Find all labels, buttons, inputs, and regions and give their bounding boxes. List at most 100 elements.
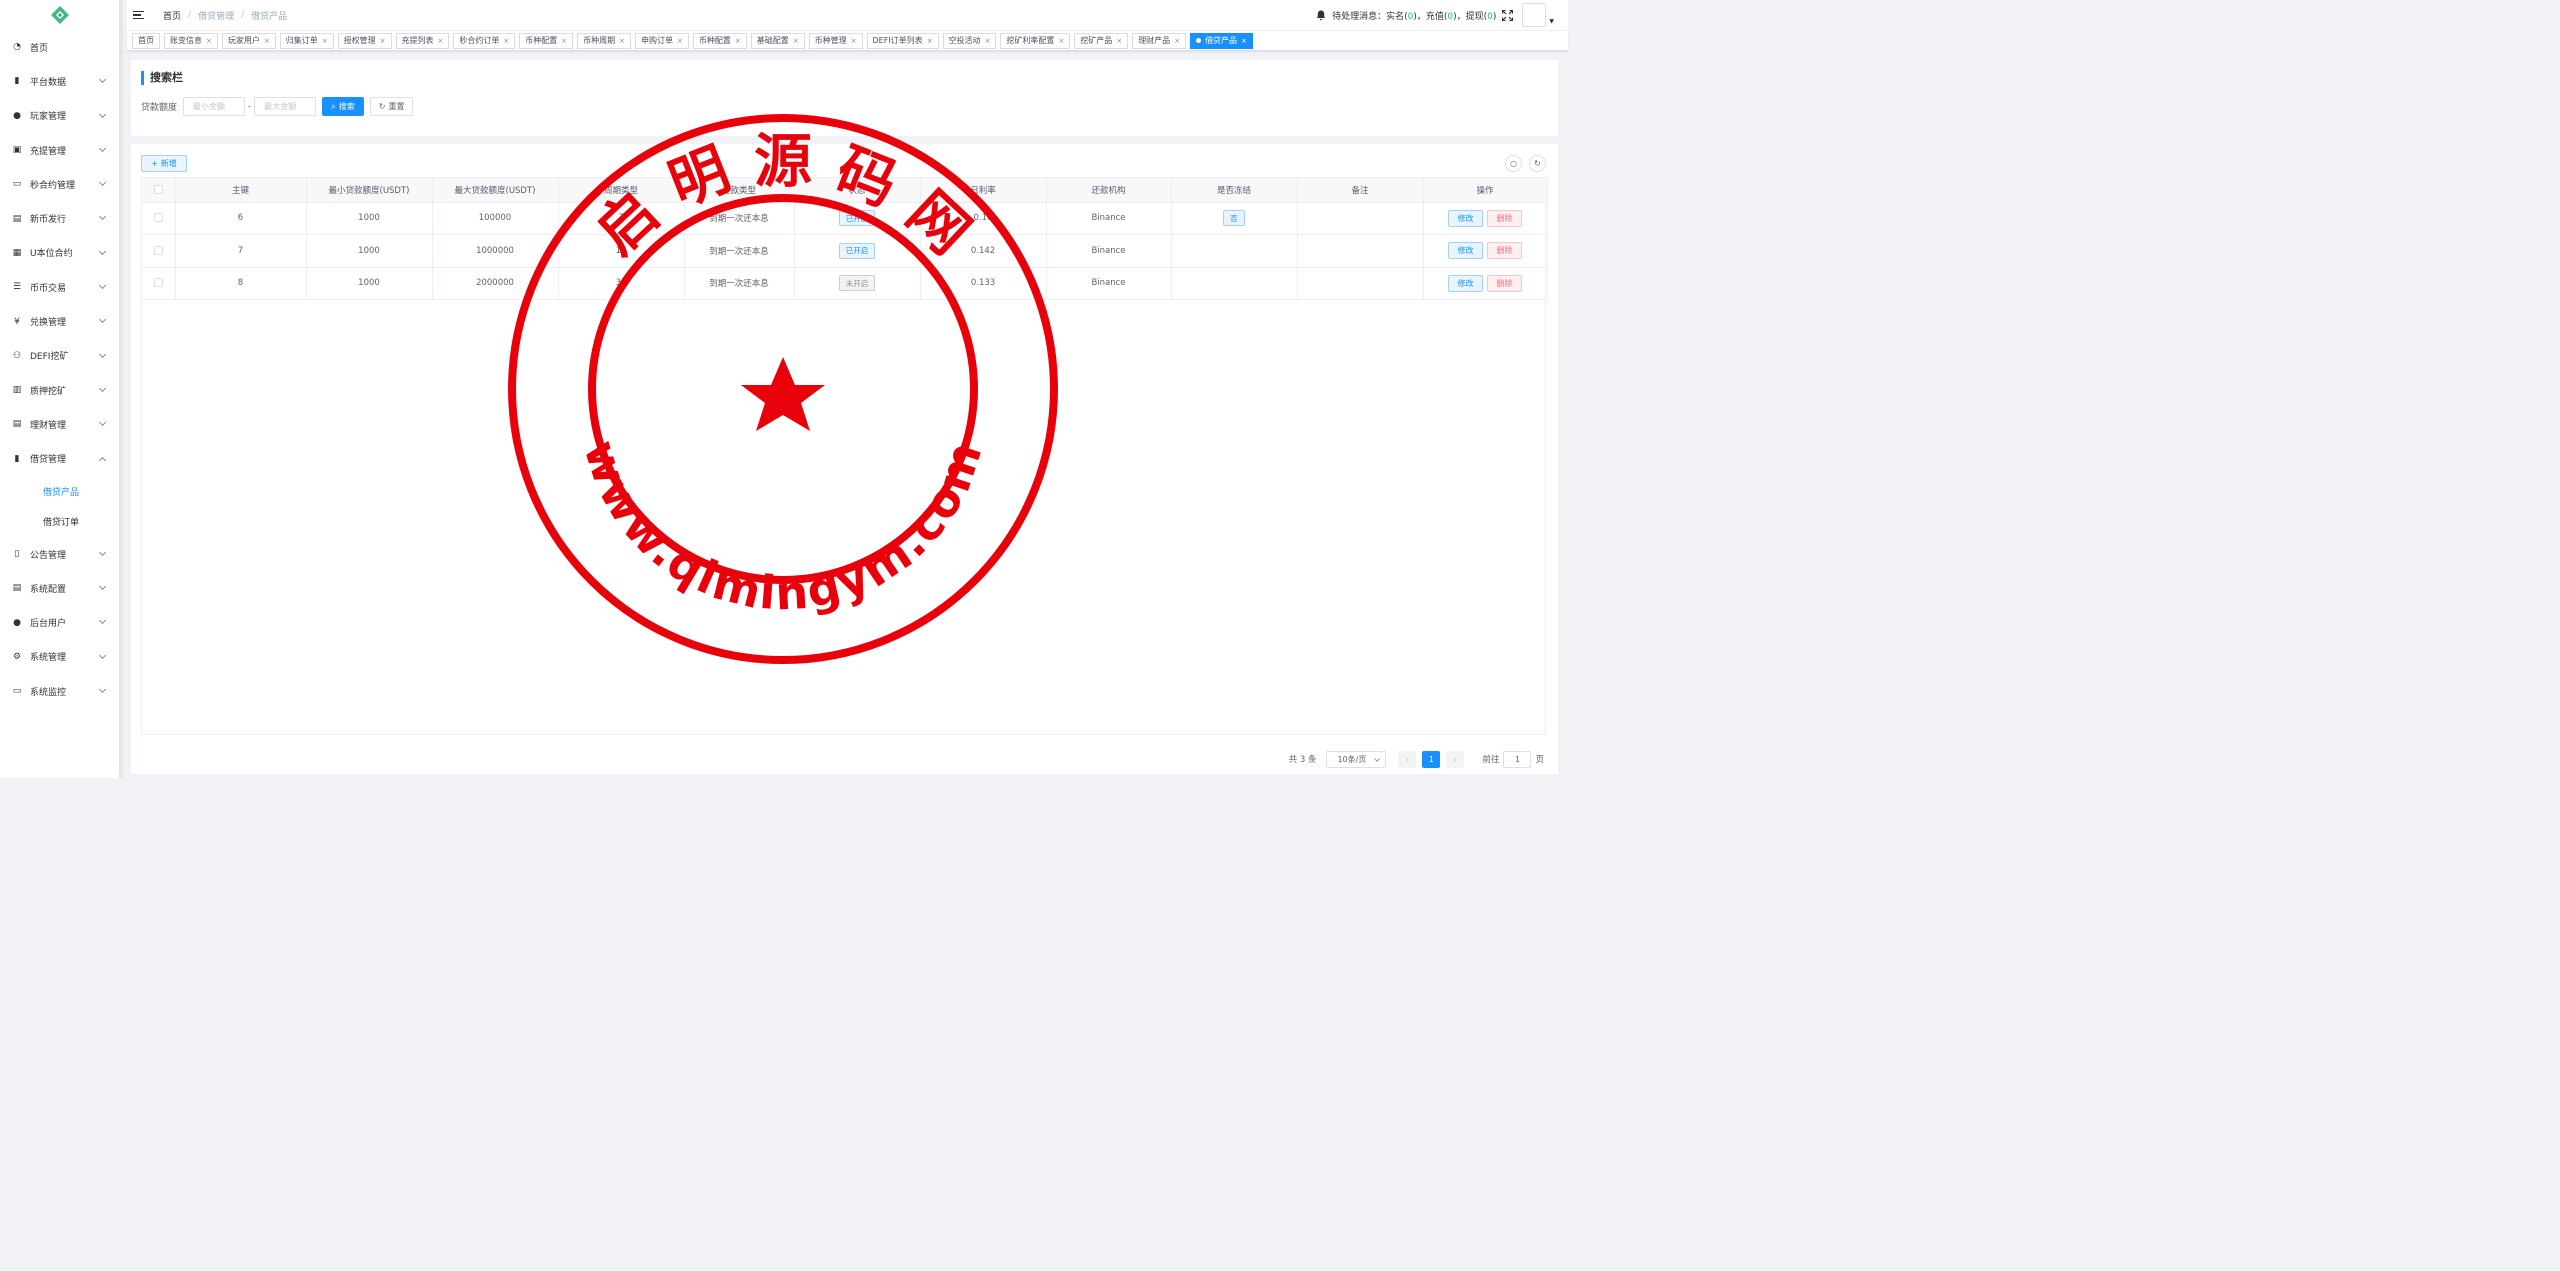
tag-6[interactable]: 秒合约订单 × (453, 32, 516, 49)
sidebar: ◔ 首页 ▮ 平台数据 ● 玩家管理 ▣ 充提管理 ▭ 秒合约管理 ▤ 新币发行 ▦ U本位合约 ☰ 币币交易… (0, 0, 123, 778)
tag-5[interactable]: 充提列表 × (395, 32, 450, 49)
avatar[interactable] (1522, 3, 1547, 27)
edit-button[interactable]: 修改 (1448, 274, 1483, 292)
prev-page-button[interactable]: ‹ (1398, 750, 1417, 768)
tag-2[interactable]: 玩家用户 × (221, 32, 276, 49)
sidebar-item-after-1[interactable]: ▤ 系统配置 (0, 571, 119, 605)
toggle-search-button[interactable]: ○ (1505, 155, 1522, 172)
bell-icon[interactable] (1316, 10, 1326, 21)
sidebar-item-4[interactable]: ▭ 秒合约管理 (0, 167, 119, 201)
min-amount-input[interactable] (183, 97, 246, 116)
reset-button[interactable]: ↻ 重置 (369, 97, 414, 116)
sidebar-item-7[interactable]: ☰ 币币交易 (0, 270, 119, 304)
close-icon[interactable]: × (985, 37, 991, 45)
sidebar-item-2[interactable]: ● 玩家管理 (0, 99, 119, 133)
sidebar-item-10[interactable]: ▥ 质押挖矿 (0, 373, 119, 407)
sidebar-item-5[interactable]: ▤ 新币发行 (0, 201, 119, 235)
row-checkbox[interactable] (153, 278, 163, 288)
tag-8[interactable]: 币种周期 × (577, 32, 631, 49)
close-icon[interactable]: × (851, 37, 857, 45)
fullscreen-icon[interactable] (1502, 9, 1514, 21)
sidebar-item-8[interactable]: ¥ 兑换管理 (0, 304, 119, 338)
tag-16[interactable]: 挖矿产品 × (1074, 32, 1129, 49)
page-suffix: 页 (1535, 755, 1544, 765)
sidebar-item-11[interactable]: ▤ 理财管理 (0, 407, 119, 441)
sidebar-item-0[interactable]: ◔ 首页 (0, 30, 119, 64)
sidebar-item-label: 玩家管理 (30, 112, 67, 123)
delete-button[interactable]: 删除 (1487, 209, 1522, 227)
select-all-checkbox[interactable] (153, 184, 163, 194)
add-button[interactable]: + 新增 (141, 155, 187, 172)
sidebar-item-after-0[interactable]: ▯ 公告管理 (0, 537, 119, 571)
close-icon[interactable]: × (735, 37, 741, 45)
app-root: ◔ 首页 ▮ 平台数据 ● 玩家管理 ▣ 充提管理 ▭ 秒合约管理 ▤ 新币发行 ▦ U本位合约 ☰ 币币交易… (0, 0, 1568, 778)
close-icon[interactable]: × (1241, 37, 1247, 45)
next-page-button[interactable]: › (1446, 750, 1465, 768)
table-row: 6 1000 100000 7 到期一次还本息 已开启 0.16 Binance 否 修改 删除 (142, 202, 1548, 235)
sidebar-item-1[interactable]: ▮ 平台数据 (0, 64, 119, 98)
close-icon[interactable]: × (503, 37, 509, 45)
breadcrumb-home[interactable]: 首页 (163, 9, 181, 22)
sidebar-item-label: 首页 (30, 43, 49, 54)
close-icon[interactable]: × (927, 37, 933, 45)
caret-down-icon[interactable]: ▼ (1549, 18, 1554, 25)
tag-7[interactable]: 币种配置 × (519, 32, 574, 49)
close-icon[interactable]: × (1058, 37, 1064, 45)
search-button[interactable]: ⌕ 搜索 (322, 97, 364, 116)
tag-4[interactable]: 授权管理 × (337, 32, 392, 49)
close-icon[interactable]: × (619, 37, 625, 45)
tag-15[interactable]: 挖矿利率配置 × (1000, 32, 1071, 49)
page-size-select[interactable]: 10条/页 (1326, 750, 1387, 768)
close-icon[interactable]: × (380, 37, 386, 45)
max-amount-input[interactable] (254, 97, 317, 116)
close-icon[interactable]: × (438, 37, 444, 45)
tag-12[interactable]: 币种管理 × (808, 32, 863, 49)
close-icon[interactable]: × (264, 37, 270, 45)
sidebar-item-label: 平台数据 (30, 77, 67, 88)
chevron-down-icon (98, 651, 107, 659)
close-icon[interactable]: × (1116, 37, 1122, 45)
logo[interactable] (0, 0, 119, 30)
sidebar-item-after-3[interactable]: ⚙ 系统管理 (0, 640, 119, 674)
close-icon[interactable]: × (677, 37, 683, 45)
tag-11[interactable]: 基础配置 × (750, 32, 805, 49)
close-icon[interactable]: × (206, 37, 212, 45)
edit-button[interactable]: 修改 (1448, 209, 1483, 227)
chevron-down-icon (98, 316, 107, 324)
tag-17[interactable]: 理财产品 × (1132, 32, 1187, 49)
tag-14[interactable]: 空投活动 × (942, 32, 997, 49)
tag-13[interactable]: DEFI订单列表 × (866, 32, 939, 49)
tag-1[interactable]: 账变信息 × (164, 32, 218, 49)
breadcrumb-loan-management[interactable]: 借贷管理 (198, 9, 234, 22)
sidebar-item-3[interactable]: ▣ 充提管理 (0, 133, 119, 167)
page-number-1[interactable]: 1 (1422, 750, 1441, 768)
refresh-button[interactable]: ↻ (1529, 155, 1546, 172)
tag-9[interactable]: 申购订单 × (635, 32, 689, 49)
sidebar-item-after-2[interactable]: ● 后台用户 (0, 605, 119, 639)
tag-18[interactable]: 借贷产品 × (1190, 32, 1253, 49)
tag-10[interactable]: 币种配置 × (692, 32, 747, 49)
tag-3[interactable]: 归集订单 × (279, 32, 334, 49)
delete-button[interactable]: 删除 (1487, 274, 1522, 292)
close-icon[interactable]: × (793, 37, 799, 45)
sidebar-item-9[interactable]: ⚇ DEFI挖矿 (0, 339, 119, 373)
hamburger-icon[interactable] (133, 11, 144, 19)
row-checkbox[interactable] (153, 213, 163, 223)
close-icon[interactable]: × (561, 37, 567, 45)
edit-button[interactable]: 修改 (1448, 242, 1483, 260)
refresh-icon: ↻ (378, 102, 386, 111)
tag-0[interactable]: 首页 (132, 32, 160, 49)
sidebar-subitem-0[interactable]: 借贷产品 (0, 476, 119, 507)
pending-message[interactable]: 待处理消息：实名(0)，充值(0)，提现(0) (1332, 9, 1496, 22)
close-icon[interactable]: × (1174, 37, 1180, 45)
row-checkbox[interactable] (153, 245, 163, 255)
sidebar-subitem-1[interactable]: 借贷订单 (0, 506, 119, 537)
sidebar-item-12[interactable]: ▮ 借贷管理 (0, 442, 119, 476)
sidebar-item-6[interactable]: ▦ U本位合约 (0, 236, 119, 270)
close-icon[interactable]: × (322, 37, 328, 45)
sidebar-item-after-4[interactable]: ▭ 系统监控 (0, 674, 119, 708)
delete-button[interactable]: 删除 (1487, 242, 1522, 260)
goto-page-input[interactable] (1503, 750, 1532, 768)
tag-label: 首页 (138, 36, 154, 45)
book-icon: ▮ (14, 453, 20, 464)
